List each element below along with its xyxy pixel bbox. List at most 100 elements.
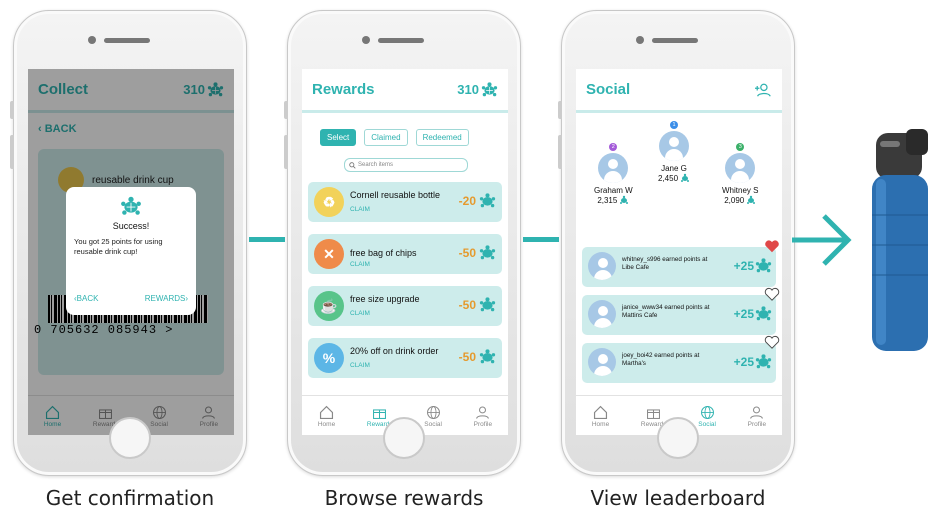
activity-text: janice_www34 earned points at Mattins Ca… <box>622 304 710 320</box>
reward-cost: -20 <box>458 194 476 208</box>
home-icon <box>319 405 334 419</box>
rank-badge: 1 <box>670 121 679 129</box>
social-screen: Social 2 Graham W 2,315 1 Jane G 2,450 3… <box>576 69 782 435</box>
search-placeholder: Search items <box>358 162 394 168</box>
leader-third[interactable]: 3 Whitney S 2,090 <box>722 143 758 205</box>
leader-score-value: 2,315 <box>597 195 618 205</box>
mute-switch <box>10 101 14 119</box>
home-button[interactable] <box>109 417 151 459</box>
activity-text: whitney_s996 earned points at Libe Cafe <box>622 256 708 272</box>
rank-badge: 3 <box>736 143 745 151</box>
claim-button[interactable]: CLAIM <box>350 261 370 268</box>
caption-step-2: Browse rewards <box>324 486 484 510</box>
caption-step-3: View leaderboard <box>590 486 766 510</box>
leader-second[interactable]: 2 Graham W 2,315 <box>594 143 633 205</box>
tab-redeemed[interactable]: Redeemed <box>415 129 469 146</box>
avatar <box>588 252 616 280</box>
heart-outline-icon[interactable] <box>764 287 780 301</box>
reward-name: Cornell reusable bottle <box>350 190 441 200</box>
rank-badge: 2 <box>609 143 618 151</box>
reward-name: 20% off on drink order <box>350 346 439 356</box>
nav-label: Social <box>424 420 442 428</box>
tab-select[interactable]: Select <box>320 129 357 146</box>
nav-profile[interactable]: Profile <box>748 404 766 428</box>
profile-icon <box>476 405 490 419</box>
nav-label: Profile <box>747 420 767 428</box>
arrow-right-icon <box>792 214 852 266</box>
heart-filled-icon[interactable] <box>764 239 780 253</box>
claim-button[interactable]: CLAIM <box>350 206 370 213</box>
search-input[interactable]: Search items <box>344 158 468 172</box>
nav-profile[interactable]: Profile <box>474 404 492 428</box>
leader-score: 2,450 <box>658 173 690 183</box>
reward-card[interactable]: ✕ free bag of chips CLAIM -50 <box>308 234 502 274</box>
reward-card[interactable]: ☕ free size upgrade CLAIM -50 <box>308 286 502 326</box>
flow-connector <box>523 237 559 242</box>
nav-label: Home <box>591 420 610 428</box>
phone-collect: Collect 310 ‹ BACK reusable drink cup 0 … <box>10 10 247 476</box>
heart-outline-icon[interactable] <box>764 335 780 349</box>
reward-card[interactable]: ♻ Cornell reusable bottle CLAIM -20 <box>308 182 502 222</box>
turtle-icon <box>755 258 772 273</box>
utensils-icon: ✕ <box>314 239 344 269</box>
collect-screen: Collect 310 ‹ BACK reusable drink cup 0 … <box>28 69 234 435</box>
gift-icon <box>373 408 387 419</box>
water-bottle-image <box>872 129 928 351</box>
nav-social[interactable]: Social <box>424 404 442 428</box>
avatar <box>598 153 629 183</box>
points-display: 310 <box>457 81 498 98</box>
turtle-icon <box>681 173 690 182</box>
modal-rewards-label: REWARDS <box>144 294 186 303</box>
turtle-icon <box>755 306 772 321</box>
mute-switch <box>284 101 288 119</box>
front-camera <box>362 36 370 44</box>
earpiece <box>652 38 698 43</box>
leaderboard-podium: 2 Graham W 2,315 1 Jane G 2,450 3 Whitne… <box>576 113 782 247</box>
flow-connector <box>249 237 285 242</box>
activity-points: +25 <box>733 307 754 321</box>
avatar <box>659 131 690 161</box>
modal-title: Success! <box>112 221 150 231</box>
home-icon <box>593 405 608 419</box>
home-button[interactable] <box>657 417 699 459</box>
leader-score: 2,315 <box>597 195 629 205</box>
claim-button[interactable]: CLAIM <box>350 362 370 369</box>
percent-icon: % <box>314 343 344 373</box>
nav-label: Social <box>698 420 716 428</box>
profile-icon <box>750 405 764 419</box>
avatar <box>588 348 616 376</box>
turtle-icon <box>479 297 496 312</box>
modal-rewards-button[interactable]: REWARDS› <box>145 294 188 303</box>
phone-social: Social 2 Graham W 2,315 1 Jane G 2,450 3… <box>558 10 795 476</box>
add-friend-icon[interactable] <box>754 82 772 98</box>
leader-name: Whitney S <box>722 186 759 195</box>
avatar <box>725 153 756 183</box>
success-modal: Success! You got 25 points for using reu… <box>66 187 196 315</box>
home-button[interactable] <box>383 417 425 459</box>
reward-cost: -50 <box>458 350 476 364</box>
tab-claimed[interactable]: Claimed <box>364 129 408 146</box>
nav-home[interactable]: Home <box>592 404 609 428</box>
turtle-icon <box>755 354 772 369</box>
leader-name: Jane G <box>661 164 687 173</box>
modal-actions: ‹BACK REWARDS› <box>74 294 188 303</box>
nav-label: Home <box>317 420 336 428</box>
claim-button[interactable]: CLAIM <box>350 310 370 317</box>
modal-back-button[interactable]: ‹BACK <box>74 294 98 303</box>
gift-icon <box>647 408 661 419</box>
modal-message: You got 25 points for using reusable dri… <box>74 237 163 256</box>
search-icon <box>349 161 356 169</box>
activity-points: +25 <box>733 355 754 369</box>
volume-up-button <box>284 135 288 169</box>
phone-rewards: Rewards 310 Select Claimed Redeemed Sear… <box>284 10 521 476</box>
caption-step-1: Get confirmation <box>45 486 215 510</box>
reward-card[interactable]: % 20% off on drink order CLAIM -50 <box>308 338 502 378</box>
turtle-icon <box>620 195 629 204</box>
mute-switch <box>558 101 562 119</box>
nav-social[interactable]: Social <box>698 404 716 428</box>
reward-cost: -50 <box>458 298 476 312</box>
activity-item: whitney_s996 earned points at Libe Cafe … <box>582 240 779 287</box>
nav-home[interactable]: Home <box>318 404 335 428</box>
leader-score-value: 2,450 <box>658 173 679 183</box>
leader-first[interactable]: 1 Jane G 2,450 <box>658 121 690 183</box>
